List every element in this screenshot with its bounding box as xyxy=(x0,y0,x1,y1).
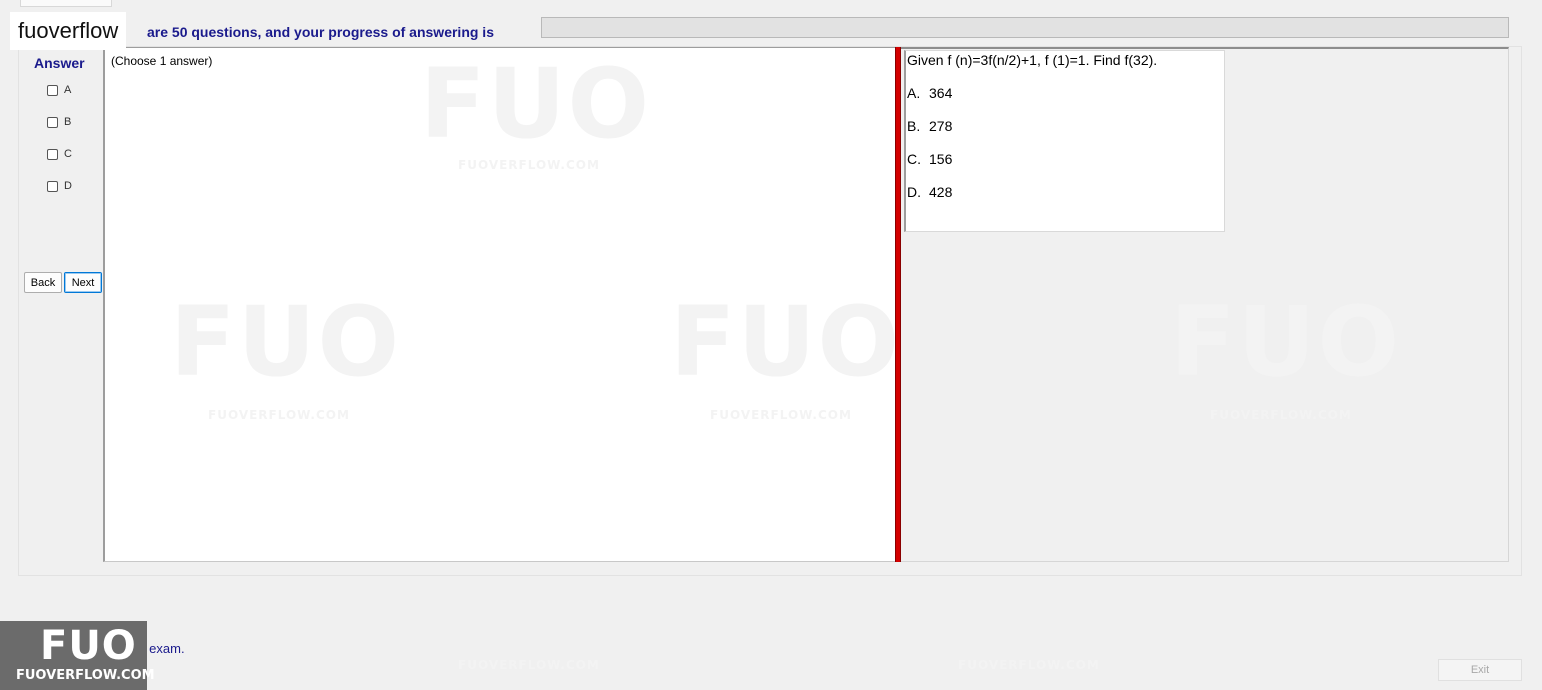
site-watermark-label: fuoverflow xyxy=(10,12,127,50)
checkbox-c[interactable] xyxy=(47,148,58,160)
next-button[interactable]: Next xyxy=(64,272,102,293)
question-option-b: B. 278 xyxy=(907,118,953,134)
watermark-text: FUOVERFLOW.COM xyxy=(458,158,600,172)
answer-title: Answer xyxy=(34,55,85,71)
question-box xyxy=(904,50,1225,232)
answer-option-d[interactable]: D xyxy=(47,180,72,192)
checkbox-b[interactable] xyxy=(47,116,58,128)
checkbox-d[interactable] xyxy=(47,180,58,192)
progress-bar xyxy=(541,17,1509,38)
logo-text: FUOVERFLOW.COM xyxy=(16,668,155,683)
back-button[interactable]: Back xyxy=(24,272,62,293)
watermark-logo: FUO xyxy=(1170,286,1402,398)
logo-mark: FUO xyxy=(40,623,137,669)
watermark-text: FUOVERFLOW.COM xyxy=(958,658,1100,672)
question-option-d: D. 428 xyxy=(907,184,953,200)
choose-instruction: (Choose 1 answer) xyxy=(111,54,213,68)
fuoverflow-logo: FUO FUOVERFLOW.COM xyxy=(0,621,155,690)
answer-option-a[interactable]: A xyxy=(47,84,71,96)
watermark-text: FUOVERFLOW.COM xyxy=(710,408,852,422)
question-text: Given f (n)=3f(n/2)+1, f (1)=1. Find f(3… xyxy=(907,52,1158,68)
watermark-logo: FUO xyxy=(170,286,402,398)
watermark-text: FUOVERFLOW.COM xyxy=(208,408,350,422)
watermark-logo: FUO xyxy=(670,286,902,398)
question-option-a: A. 364 xyxy=(907,85,953,101)
window-tab xyxy=(20,0,112,7)
checkbox-a[interactable] xyxy=(47,84,58,96)
watermark-text: FUOVERFLOW.COM xyxy=(1210,408,1352,422)
answer-option-c[interactable]: C xyxy=(47,148,72,160)
watermark-logo: FUO xyxy=(420,48,652,160)
watermark-text: FUOVERFLOW.COM xyxy=(458,658,600,672)
progress-text: are 50 questions, and your progress of a… xyxy=(147,24,494,40)
answer-option-b[interactable]: B xyxy=(47,116,71,128)
question-option-c: C. 156 xyxy=(907,151,953,167)
exit-button[interactable]: Exit xyxy=(1438,659,1522,681)
